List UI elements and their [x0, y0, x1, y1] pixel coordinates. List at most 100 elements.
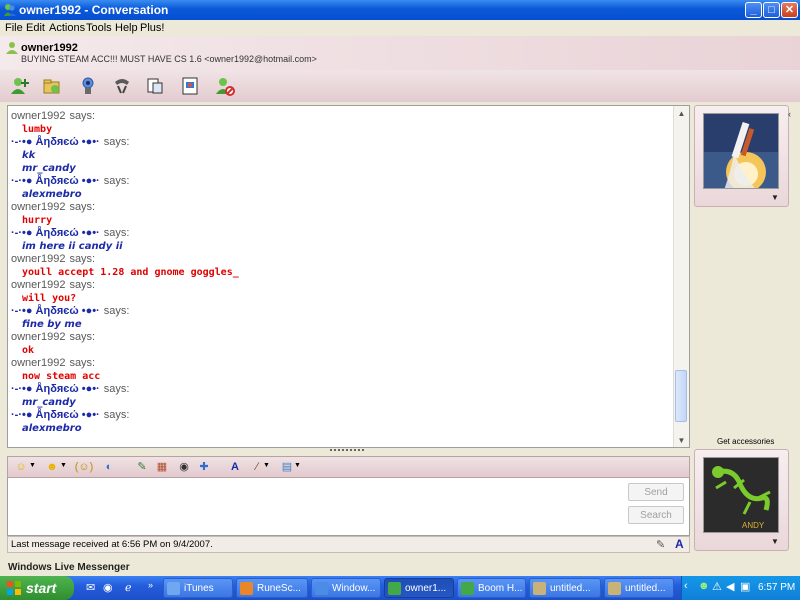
minimize-button[interactable]: _ — [745, 2, 762, 18]
video-call-icon[interactable] — [78, 76, 98, 96]
taskbar-task[interactable]: Boom H... — [457, 578, 526, 598]
emoticon-dropdown-icon[interactable]: ▼ — [29, 462, 36, 469]
close-button[interactable]: ✕ — [781, 2, 798, 18]
andy-label: ANDY — [742, 521, 765, 530]
search-web-icon[interactable]: ✚ — [196, 460, 212, 475]
quicklaunch-ie-icon[interactable]: ℯ — [125, 581, 132, 594]
background-dropdown-icon[interactable]: ▼ — [263, 462, 270, 469]
menu-file[interactable]: File — [5, 22, 23, 34]
message-text: mr_candy — [22, 397, 76, 408]
message-sender-line: ·-·•● Åηδяєώ •●•· says: — [11, 136, 671, 149]
scroll-down-icon[interactable]: ▼ — [676, 435, 687, 446]
activities-icon[interactable] — [145, 76, 165, 96]
messenger-icon — [461, 582, 474, 595]
taskbar-task[interactable]: Window... — [311, 578, 381, 598]
contact-display-picture[interactable]: ▼ — [694, 105, 789, 207]
message-sender-line: owner1992 says: — [11, 331, 671, 344]
says-label: says: — [69, 279, 96, 291]
contact-name: owner1992 — [21, 42, 78, 54]
tray-messenger-icon[interactable]: ☻ — [698, 580, 710, 592]
picture-options-icon[interactable]: ▼ — [771, 193, 779, 202]
taskbar-task[interactable]: owner1... — [384, 578, 454, 598]
scroll-thumb[interactable] — [675, 370, 687, 422]
contact-header: owner1992 BUYING STEAM ACC!!! MUST HAVE … — [0, 36, 800, 71]
pane-splitter[interactable] — [330, 449, 364, 456]
taskbar: start ✉ ◉ ℯ » iTunes RuneSc... Window... ow… — [0, 576, 800, 600]
sender-name: owner1992 — [11, 253, 66, 265]
wink-dropdown-icon[interactable]: ▼ — [60, 462, 67, 469]
share-dropdown-icon[interactable]: ▼ — [294, 462, 301, 469]
tray-security-icon[interactable]: ⚠ — [712, 580, 722, 593]
message-text: will you? — [22, 293, 77, 304]
handwriting-icon[interactable]: ✎ — [656, 538, 665, 551]
voice-call-icon[interactable] — [112, 76, 132, 96]
message-text: lumby — [22, 124, 53, 135]
search-button[interactable]: Search — [628, 506, 684, 524]
my-display-picture[interactable]: ANDY ▼ — [694, 449, 789, 551]
ink-icon[interactable]: ✎ — [134, 460, 150, 475]
quicklaunch-media-icon[interactable]: ◉ — [103, 581, 113, 594]
history-scrollbar[interactable]: ▲ ▼ — [673, 106, 689, 447]
scroll-up-icon[interactable]: ▲ — [676, 108, 687, 119]
window-title: owner1992 - Conversation — [19, 3, 169, 17]
message-sender-line: owner1992 says: — [11, 253, 671, 266]
last-message-status: Last message received at 6:56 PM on 9/4/… — [11, 539, 213, 550]
tray-volume-icon[interactable]: ◀ — [726, 580, 734, 593]
says-label: says: — [69, 253, 96, 265]
firefox-icon — [240, 582, 253, 595]
maximize-button[interactable]: □ — [763, 2, 780, 18]
tray-collapse-icon[interactable]: ‹ — [684, 580, 688, 592]
taskbar-task[interactable]: iTunes — [163, 578, 233, 598]
wink-icon[interactable]: ☻ — [44, 460, 60, 475]
clock[interactable]: 6:57 PM — [758, 582, 795, 593]
my-picture-options-icon[interactable]: ▼ — [771, 537, 779, 546]
quicklaunch-more-icon[interactable]: » — [148, 580, 153, 590]
message-text: kk — [22, 150, 36, 161]
title-bar[interactable]: owner1992 - Conversation _ □ ✕ — [0, 0, 800, 20]
conversation-toolbar — [0, 70, 800, 102]
messenger-icon — [388, 582, 401, 595]
emoticon-icon[interactable]: ☺ — [13, 460, 29, 475]
font-icon[interactable]: A — [227, 460, 243, 475]
collapse-panel-icon[interactable]: ‹ — [788, 109, 791, 119]
nudge-icon[interactable]: (☺) — [74, 460, 94, 475]
menu-actions[interactable]: Actions — [49, 22, 85, 34]
text-mode-icon[interactable]: A — [675, 537, 684, 551]
menu-edit[interactable]: Edit — [26, 22, 45, 34]
voice-clip-icon[interactable]: ◐ — [101, 460, 117, 475]
message-sender-line: owner1992 says: — [11, 279, 671, 292]
menu-tools[interactable]: Tools — [86, 22, 112, 34]
message-sender-line: ·-·•● Åηδяєώ •●•· says: — [11, 409, 671, 422]
taskbar-task-label: untitled... — [550, 583, 591, 594]
menu-help[interactable]: Help — [115, 22, 138, 34]
message-text: alexmebro — [22, 189, 82, 200]
taskbar-task[interactable]: RuneSc... — [236, 578, 308, 598]
taskbar-task[interactable]: untitled... — [604, 578, 674, 598]
quicklaunch-mail-icon[interactable]: ✉ — [86, 581, 95, 594]
taskbar-task-label: owner1... — [405, 583, 447, 594]
message-sender-line: ·-·•● Åηδяєώ •●•· says: — [11, 227, 671, 240]
message-input[interactable]: Send Search — [7, 478, 690, 536]
send-button[interactable]: Send — [628, 483, 684, 501]
music-icon[interactable]: ◉ — [176, 460, 192, 475]
send-files-icon[interactable] — [42, 76, 62, 96]
message-text: im here ii candy ii — [22, 241, 123, 252]
sender-name: ·-·•● Åηδяєώ •●•· — [11, 409, 100, 421]
get-accessories-link[interactable]: Get accessories — [717, 437, 774, 446]
taskbar-task-label: Window... — [332, 583, 376, 594]
block-icon[interactable] — [215, 76, 235, 96]
games-icon[interactable] — [180, 76, 200, 96]
menu-plus[interactable]: Plus! — [140, 22, 164, 34]
invite-contact-icon[interactable] — [10, 76, 30, 96]
conversation-history[interactable]: were aboutowner1992says:lumby·-·•● Åηδяє… — [7, 105, 690, 448]
share-icon[interactable]: ▤ — [279, 460, 295, 475]
tray-network-icon[interactable]: ▣ — [740, 580, 750, 593]
taskbar-task-label: RuneSc... — [257, 583, 301, 594]
calendar-icon[interactable]: ▦ — [154, 460, 170, 475]
status-bar: Last message received at 6:56 PM on 9/4/… — [7, 536, 690, 553]
start-button[interactable]: start — [0, 576, 74, 600]
system-tray: ‹ ☻ ⚠ ◀ ▣ 6:57 PM — [681, 576, 800, 600]
taskbar-task[interactable]: untitled... — [529, 578, 601, 598]
taskbar-task-label: untitled... — [625, 583, 666, 594]
contact-personal-message: BUYING STEAM ACC!!! MUST HAVE CS 1.6 <ow… — [21, 54, 317, 64]
